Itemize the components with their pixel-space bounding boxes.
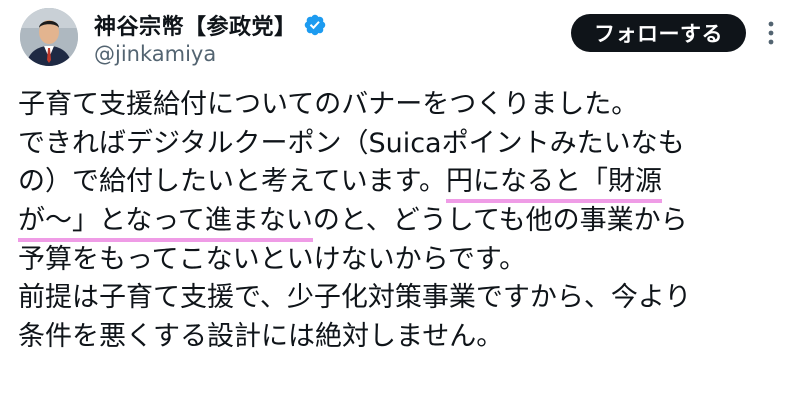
tweet-line: 条件を悪くする設計には絶対しません。 — [18, 318, 798, 357]
tweet-line: の）で給付したいと考えています。円になると「財源 — [18, 163, 798, 204]
author-handle[interactable]: @jinkamiya — [94, 42, 216, 66]
verified-badge-icon — [303, 13, 327, 37]
tweet-line: できればデジタルクーポン（Suicaポイントみたいなも — [18, 125, 798, 164]
tweet-line-text: の）で給付したいと考えています。 — [18, 166, 446, 198]
follow-button[interactable]: フォローする — [571, 14, 746, 52]
tweet-line-text: のと、どうしても他の事業から — [312, 205, 688, 237]
author-avatar[interactable] — [20, 8, 78, 66]
tweet-line-text: 子育て支援給付についてのバナーをつくりました。 — [18, 89, 639, 120]
highlighted-text: が〜」となって進まない — [18, 205, 313, 243]
tweet-line: 予算をもってこないといけないからです。 — [18, 241, 798, 280]
tweet-line: が〜」となって進まないのと、どうしても他の事業から — [18, 202, 798, 243]
tweet-line: 子育て支援給付についてのバナーをつくりました。 — [18, 86, 798, 125]
tweet-line-text: 条件を悪くする設計には絶対しません。 — [18, 321, 504, 353]
tweet-line-text: できればデジタルクーポン（Suicaポイントみたいなも — [18, 127, 685, 159]
more-options-icon[interactable] — [760, 19, 782, 47]
tweet-line-text: 前提は子育て支援で、少子化対策事業ですから、今より — [18, 282, 692, 314]
author-name-row: 神谷宗幣【参政党】 — [94, 10, 327, 40]
tweet-line-text: 予算をもってこないといけないからです。 — [18, 243, 527, 275]
tweet-text: 子育て支援給付についてのバナーをつくりました。 できればデジタルクーポン（Sui… — [18, 86, 798, 357]
tweet: 神谷宗幣【参政党】 @jinkamiya フォローする 子育て支援給付についての… — [0, 0, 800, 417]
highlighted-text: 円になると「財源 — [445, 166, 662, 204]
author-display-name[interactable]: 神谷宗幣【参政党】 — [94, 9, 297, 41]
tweet-line: 前提は子育て支援で、少子化対策事業ですから、今より — [18, 279, 798, 318]
